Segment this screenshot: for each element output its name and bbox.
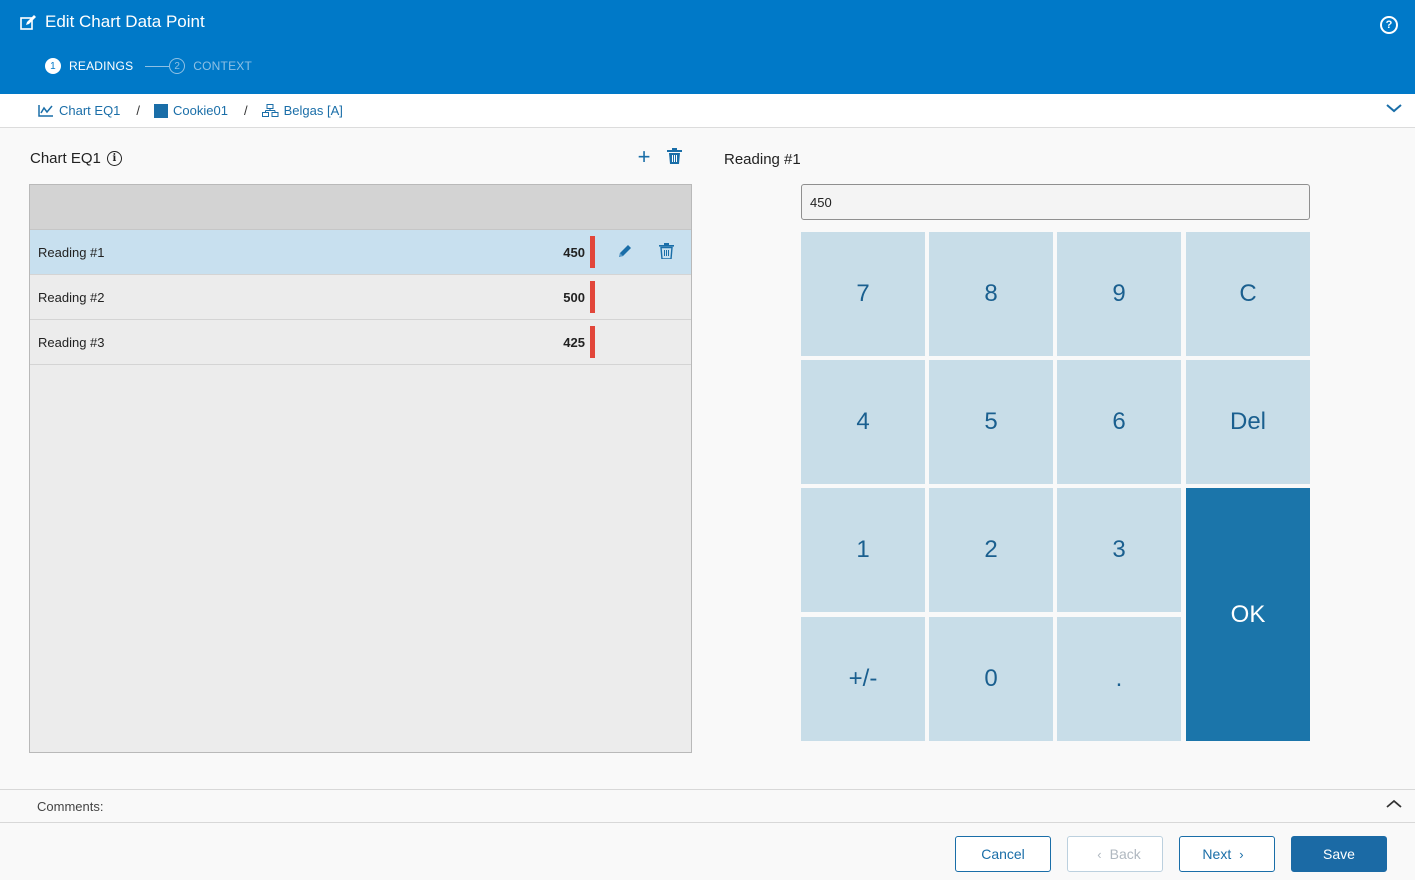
chevron-left-icon: ‹ (1097, 846, 1102, 862)
reading-name: Reading #1 (38, 244, 105, 260)
chevron-right-icon: › (1239, 846, 1244, 862)
plus-minus-key[interactable]: +/- (801, 617, 925, 741)
delete-icon[interactable] (667, 148, 682, 169)
reading-row[interactable]: Reading #2 500 (30, 275, 691, 320)
reading-name: Reading #2 (38, 289, 105, 305)
dialog-title-text: Edit Chart Data Point (45, 12, 205, 31)
step-context-label[interactable]: CONTEXT (193, 59, 252, 73)
chart-icon (38, 104, 54, 118)
step-2-number[interactable]: 2 (169, 58, 186, 74)
key-8[interactable]: 8 (929, 232, 1053, 356)
step-readings-label[interactable]: READINGS (69, 59, 133, 73)
breadcrumb-separator: / (243, 103, 248, 118)
save-label: Save (1323, 846, 1355, 862)
chart-title: Chart EQ1 i (30, 150, 122, 167)
help-icon[interactable]: ? (1380, 16, 1398, 34)
key-4[interactable]: 4 (801, 360, 925, 484)
breadcrumb-chart-label: Chart EQ1 (59, 103, 121, 118)
chart-title-text: Chart EQ1 (30, 150, 101, 167)
key-2[interactable]: 2 (929, 488, 1053, 612)
back-button[interactable]: ‹ Back (1067, 836, 1163, 872)
save-button[interactable]: Save (1291, 836, 1387, 872)
key-5[interactable]: 5 (929, 360, 1053, 484)
cancel-label: Cancel (981, 846, 1025, 862)
cancel-button[interactable]: Cancel (955, 836, 1051, 872)
readings-list: Reading #1 450 Reading #2 500 Reading #3… (29, 184, 692, 753)
back-label: Back (1109, 846, 1141, 862)
step-connector (145, 65, 170, 67)
marker-bar (590, 326, 595, 358)
info-icon[interactable]: i (106, 151, 122, 166)
breadcrumb-separator: / (136, 103, 141, 118)
dialog-header: Edit Chart Data Point ? 1 READINGS 2 CON… (0, 0, 1415, 94)
reading-name: Reading #3 (38, 334, 105, 350)
next-button[interactable]: Next › (1179, 836, 1275, 872)
chevron-up-icon[interactable] (1385, 798, 1403, 813)
add-reading-button[interactable]: + (634, 146, 654, 168)
step-1-number[interactable]: 1 (45, 58, 61, 74)
decimal-key[interactable]: . (1057, 617, 1181, 741)
wizard-steps: 1 READINGS 2 CONTEXT (45, 58, 252, 74)
chevron-down-icon[interactable] (1385, 102, 1403, 117)
breadcrumb-equipment-label: Belgas [A] (283, 103, 343, 118)
dialog-title: Edit Chart Data Point (20, 12, 205, 32)
reading-row[interactable]: Reading #1 450 (30, 230, 691, 275)
reading-value: 500 (563, 289, 585, 305)
reading-row[interactable]: Reading #3 425 (30, 320, 691, 365)
key-3[interactable]: 3 (1057, 488, 1181, 612)
hierarchy-icon (261, 103, 279, 118)
clear-key[interactable]: C (1186, 232, 1310, 356)
key-7[interactable]: 7 (801, 232, 925, 356)
comments-section[interactable]: Comments: (0, 789, 1415, 823)
square-icon (154, 103, 169, 118)
breadcrumb-product-label: Cookie01 (173, 103, 228, 118)
reading-value: 450 (563, 244, 585, 260)
pencil-icon[interactable] (617, 243, 633, 262)
breadcrumb: Chart EQ1 / Cookie01 / Belgas [A] (0, 94, 1415, 128)
ok-key[interactable]: OK (1186, 488, 1310, 741)
key-1[interactable]: 1 (801, 488, 925, 612)
comments-label: Comments: (37, 798, 104, 814)
key-0[interactable]: 0 (929, 617, 1053, 741)
reading-value: 425 (563, 334, 585, 350)
trash-icon[interactable] (659, 243, 674, 262)
next-label: Next (1202, 846, 1232, 862)
delete-key[interactable]: Del (1186, 360, 1310, 484)
reading-value-input[interactable]: 450 (801, 184, 1310, 220)
key-9[interactable]: 9 (1057, 232, 1181, 356)
list-header (30, 185, 691, 230)
breadcrumb-equipment[interactable]: Belgas [A] (261, 103, 343, 118)
edit-icon (20, 14, 36, 30)
breadcrumb-product[interactable]: Cookie01 (154, 103, 228, 118)
breadcrumb-chart[interactable]: Chart EQ1 (38, 103, 120, 118)
key-6[interactable]: 6 (1057, 360, 1181, 484)
marker-bar (590, 281, 595, 313)
reading-title: Reading #1 (724, 151, 801, 168)
marker-bar (590, 236, 595, 268)
